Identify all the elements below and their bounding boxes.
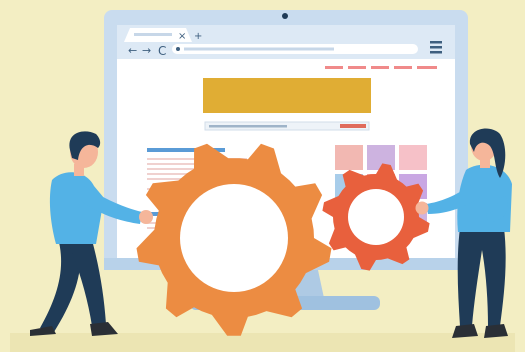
gear-hole xyxy=(180,184,288,292)
search-button xyxy=(340,124,366,128)
hamburger-icon[interactable] xyxy=(430,41,442,54)
right-person-shoe-right xyxy=(484,324,508,338)
forward-arrow-icon[interactable]: → xyxy=(142,44,151,57)
left-person-hand xyxy=(139,210,153,224)
address-text-line xyxy=(184,47,334,51)
right-person-hand xyxy=(415,201,429,215)
browser-window: × + ← → C xyxy=(117,25,455,59)
reload-icon[interactable]: C xyxy=(158,44,166,58)
address-bar-dot xyxy=(176,47,180,51)
floor-shadow xyxy=(10,333,515,352)
right-person-legs xyxy=(457,228,506,326)
new-tab-icon[interactable]: + xyxy=(194,31,202,42)
left-person-shoe-front xyxy=(90,322,118,336)
tab-close-icon[interactable]: × xyxy=(178,31,186,42)
hero-banner xyxy=(203,78,371,113)
tab-title-line xyxy=(134,33,172,36)
right-person-shoe-left xyxy=(452,324,478,338)
search-field-text xyxy=(209,125,287,128)
gear-hole xyxy=(348,189,404,245)
back-arrow-icon[interactable]: ← xyxy=(128,44,137,57)
nav-links xyxy=(325,66,437,69)
illustration: × + ← → C xyxy=(10,10,515,352)
webcam xyxy=(282,13,288,19)
